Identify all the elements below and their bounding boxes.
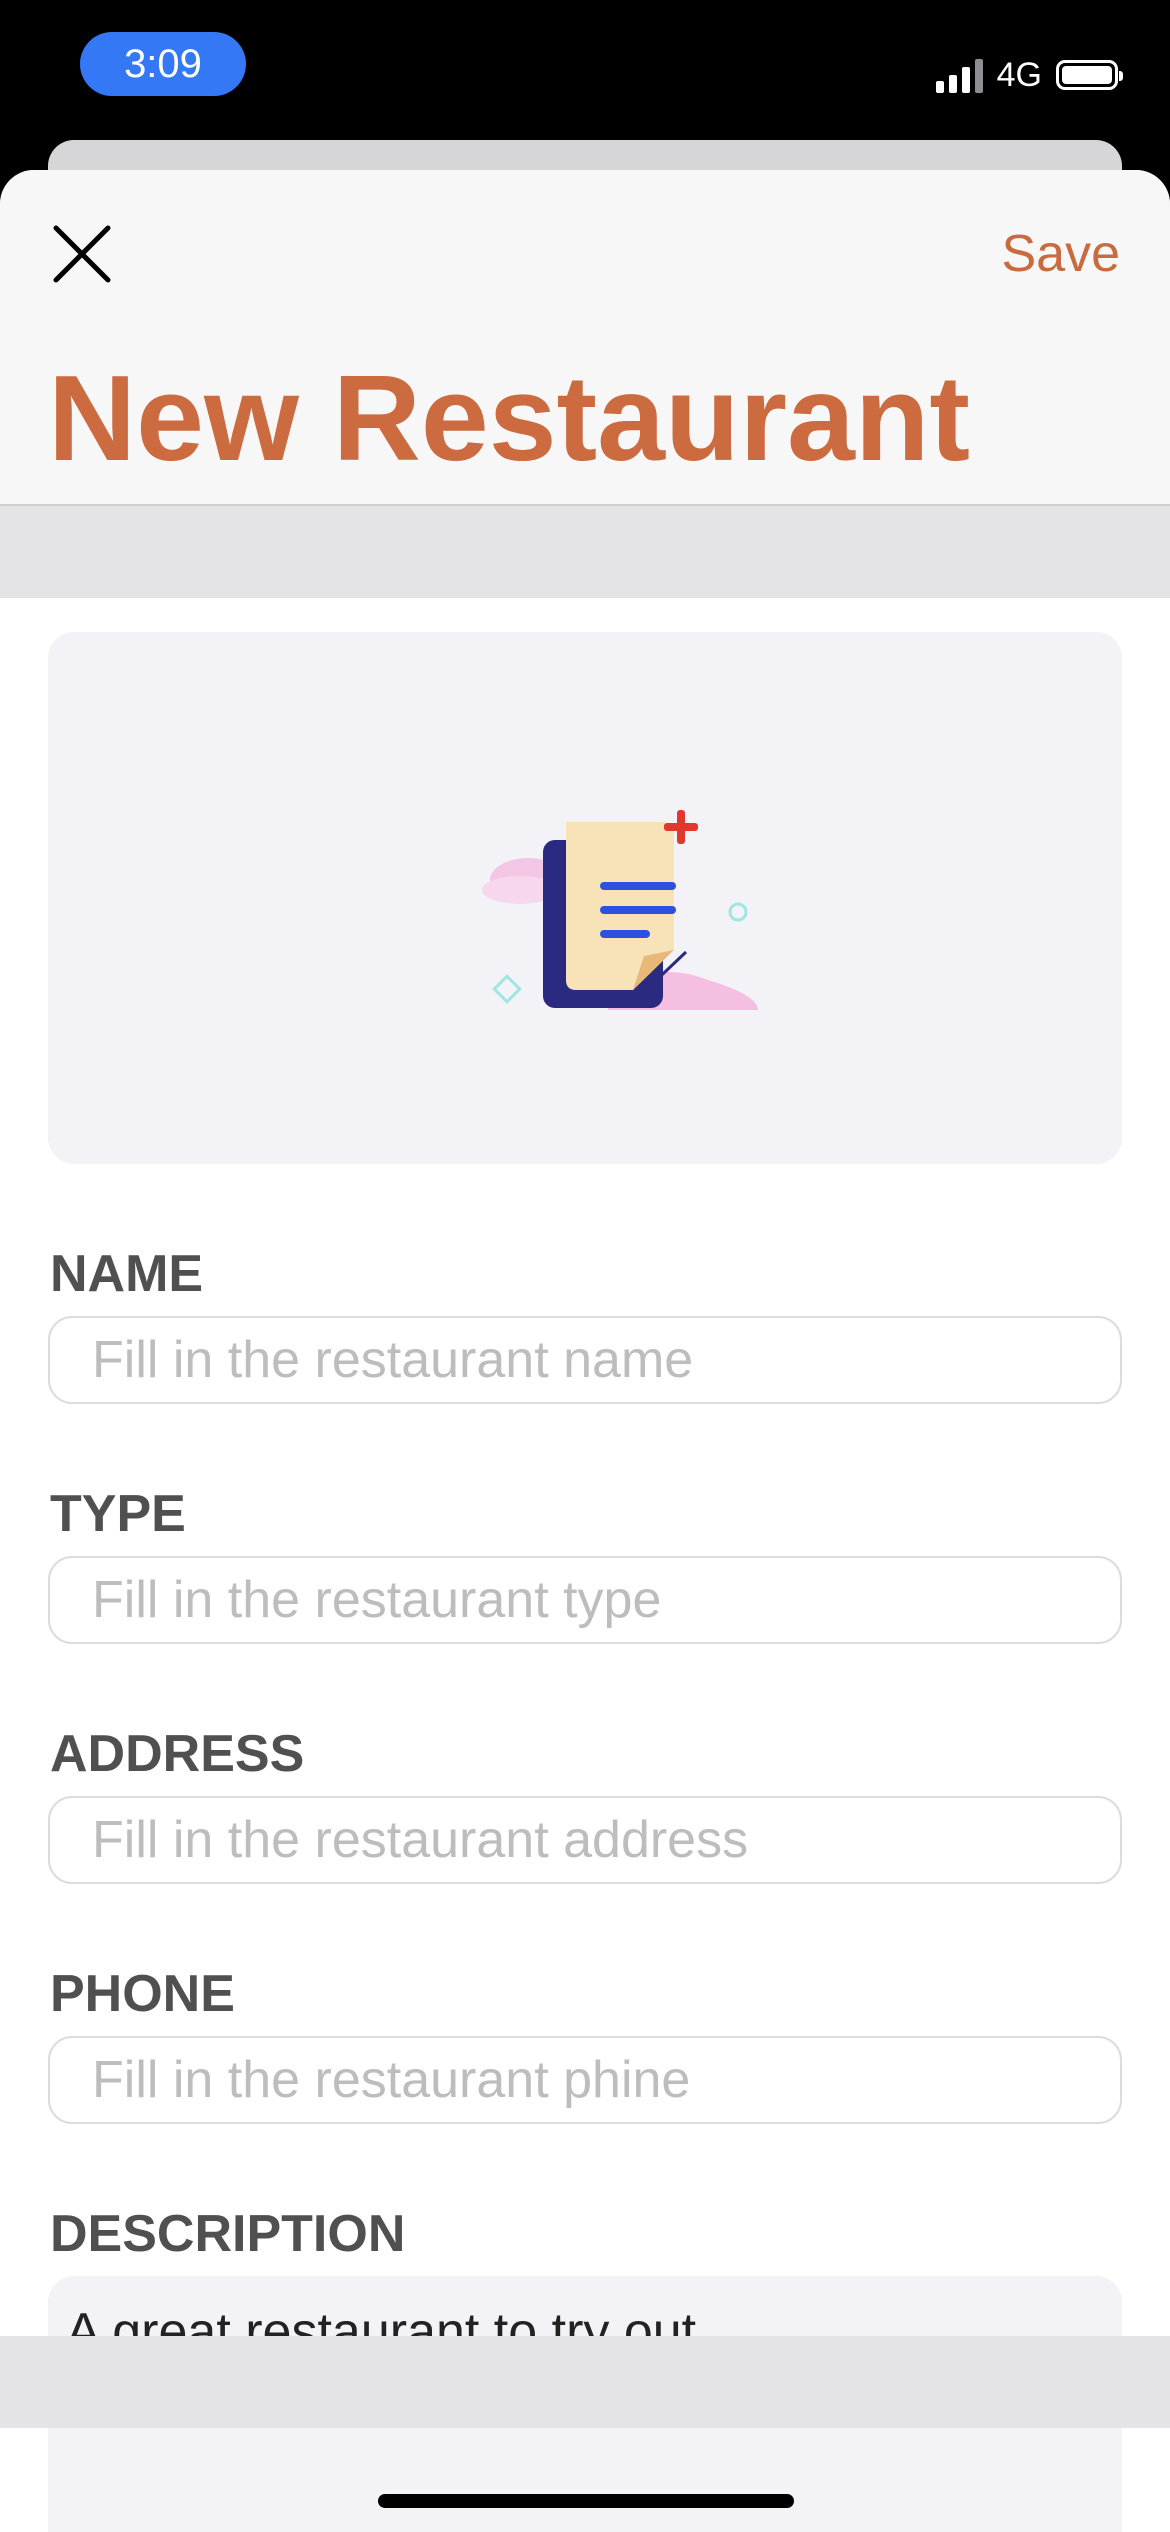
restaurant-image-picker[interactable]: [48, 632, 1122, 1164]
status-indicators: 4G: [935, 50, 1123, 100]
name-field[interactable]: [48, 1316, 1122, 1404]
page-title: New Restaurant: [48, 350, 971, 486]
type-field[interactable]: [48, 1556, 1122, 1644]
new-restaurant-sheet: Save New Restaurant NAME TYPE ADDRESS PH…: [0, 170, 1170, 2532]
home-indicator[interactable]: [378, 2494, 794, 2508]
type-label: TYPE: [50, 1485, 186, 1543]
header-separator-band: [0, 506, 1170, 598]
address-label: ADDRESS: [50, 1725, 305, 1783]
phone-label: PHONE: [50, 1965, 235, 2023]
close-button[interactable]: [50, 222, 114, 286]
close-icon: [53, 225, 111, 283]
save-button[interactable]: Save: [1001, 222, 1120, 286]
phone-field[interactable]: [48, 2036, 1122, 2124]
menu-document-illustration: [482, 810, 758, 1010]
status-time: 3:09: [80, 32, 246, 96]
network-type: 4G: [996, 56, 1042, 94]
name-label: NAME: [50, 1245, 204, 1303]
battery-icon: [1056, 60, 1123, 90]
navigation-header: Save New Restaurant: [0, 170, 1170, 506]
cellular-signal-icon: [935, 57, 983, 93]
address-field[interactable]: [48, 1796, 1122, 1884]
bottom-overlay-band: [0, 2336, 1170, 2428]
description-label: DESCRIPTION: [50, 2205, 406, 2263]
